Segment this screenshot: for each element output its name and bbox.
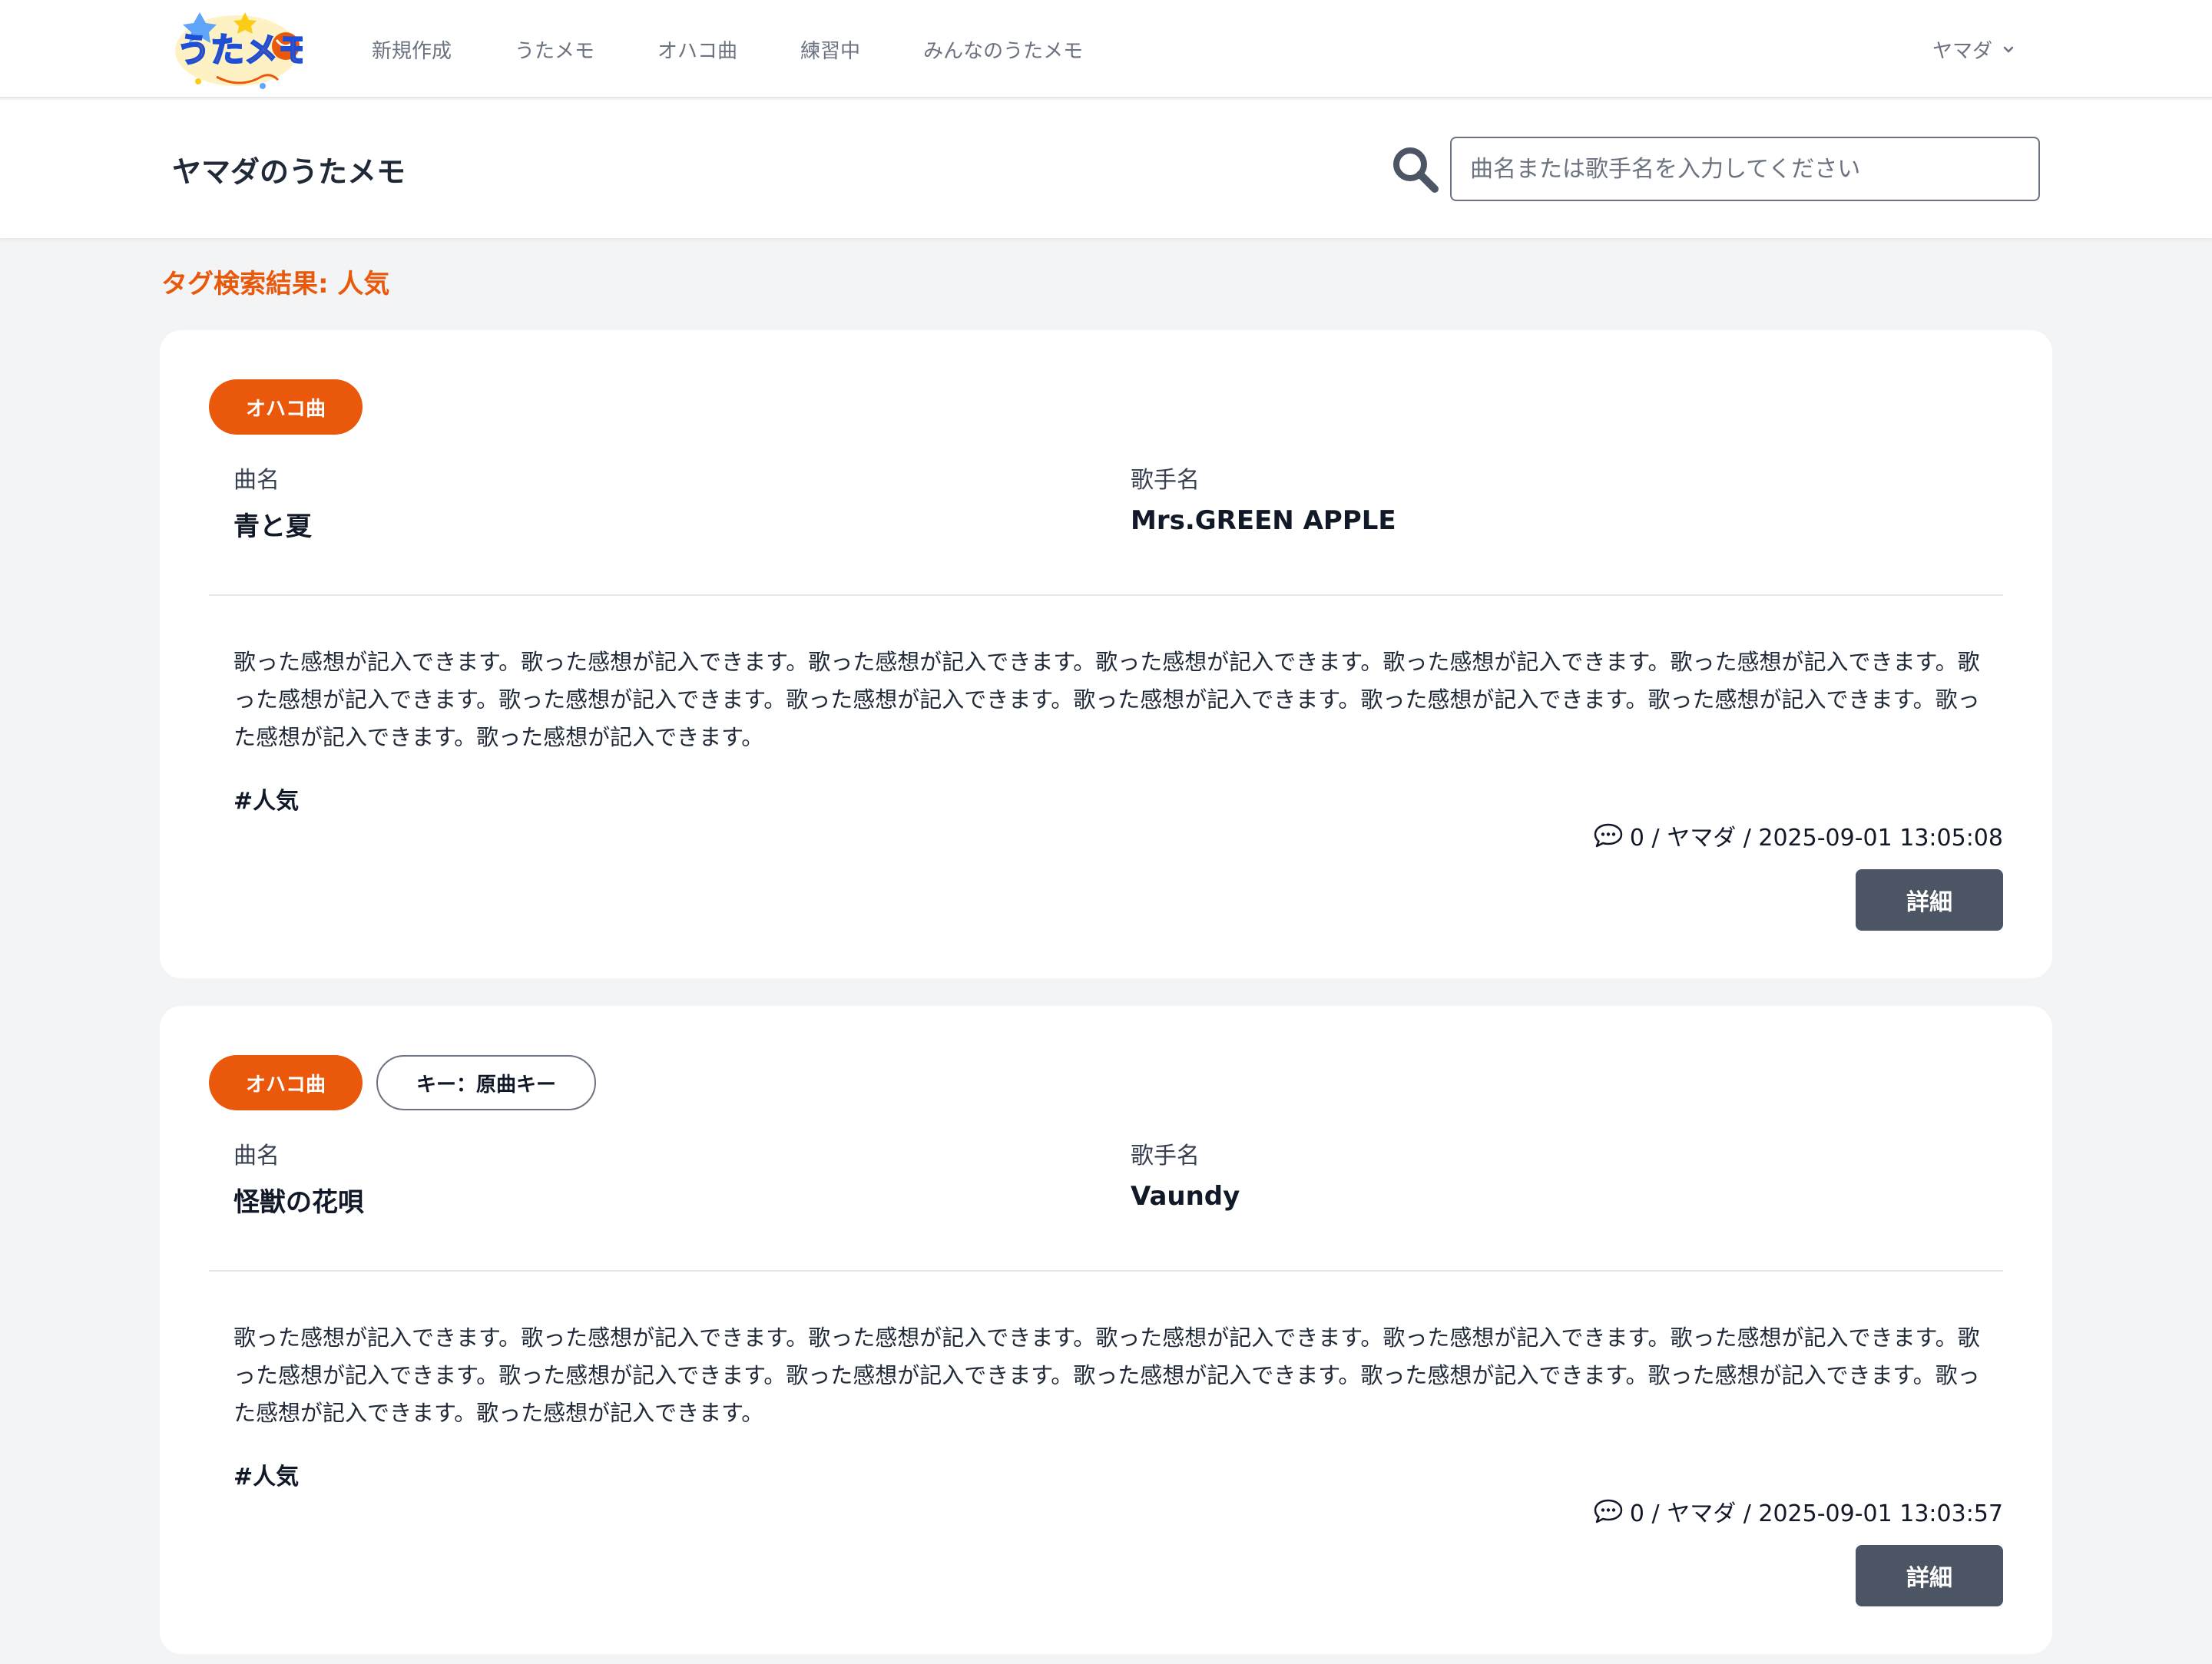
card-meta: 0 / ヤマダ / 2025-09-01 13:05:08 xyxy=(1593,819,2003,852)
artist-label: 歌手名 xyxy=(1131,467,1200,494)
song-label: 曲名 xyxy=(233,467,280,494)
utamemo-card: オハコ曲 キー：原曲キー 曲名 怪獣の花唄 歌手名 Vaundy 歌った感想が記… xyxy=(160,1006,2052,1654)
card-divider xyxy=(209,594,2003,596)
impression-text: 歌った感想が記入できます。歌った感想が記入できます。歌った感想が記入できます。歌… xyxy=(233,649,1980,750)
impression-text: 歌った感想が記入できます。歌った感想が記入できます。歌った感想が記入できます。歌… xyxy=(233,1325,1980,1426)
search-icon[interactable] xyxy=(1390,144,1439,194)
card-meta: 0 / ヤマダ / 2025-09-01 13:03:57 xyxy=(1593,1494,2003,1528)
artist-name: Mrs.GREEN APPLE xyxy=(1131,505,1396,536)
top-navigation: うたメモ 新規作成 うたメモ オハコ曲 練習中 みんなのうたメモ ヤマダ xyxy=(0,0,2212,98)
page-header: ヤマダのうたメモ xyxy=(0,100,2212,238)
nav-links: 新規作成 うたメモ オハコ曲 練習中 みんなのうたメモ xyxy=(372,0,1146,98)
detail-button[interactable]: 詳細 xyxy=(1856,869,2003,931)
tag-search-result-title: タグ検索結果: 人気 xyxy=(161,269,390,299)
detail-button[interactable]: 詳細 xyxy=(1856,1545,2003,1606)
nav-link-ohako[interactable]: オハコ曲 xyxy=(657,35,737,64)
badge-list: オハコ曲 xyxy=(209,379,376,435)
utamemo-logo[interactable]: うたメモ xyxy=(171,6,303,92)
meta-text: 0 / ヤマダ / 2025-09-01 13:03:57 xyxy=(1629,1500,2003,1527)
comment-icon xyxy=(1594,823,1623,848)
nav-link-utamemo[interactable]: うたメモ xyxy=(515,35,594,64)
meta-text: 0 / ヤマダ / 2025-09-01 13:05:08 xyxy=(1629,825,2003,852)
ohako-badge: オハコ曲 xyxy=(209,379,363,435)
song-label: 曲名 xyxy=(233,1143,280,1169)
song-title: 青と夏 xyxy=(233,511,312,542)
badge-list: オハコ曲 キー：原曲キー xyxy=(209,1055,610,1110)
nav-link-new[interactable]: 新規作成 xyxy=(372,35,452,64)
page-title: ヤマダのうたメモ xyxy=(172,154,406,189)
nav-link-everyone[interactable]: みんなのうたメモ xyxy=(923,35,1083,64)
song-title: 怪獣の花唄 xyxy=(233,1187,364,1218)
ohako-badge: オハコ曲 xyxy=(209,1055,363,1110)
utamemo-card: オハコ曲 曲名 青と夏 歌手名 Mrs.GREEN APPLE 歌った感想が記入… xyxy=(160,330,2052,978)
logo-text: うたメモ xyxy=(177,31,303,70)
nav-link-practicing[interactable]: 練習中 xyxy=(800,35,860,64)
comment-icon xyxy=(1594,1499,1623,1523)
hashtag[interactable]: #人気 xyxy=(233,782,299,815)
search-input[interactable] xyxy=(1450,137,2040,201)
hashtag[interactable]: #人気 xyxy=(233,1457,299,1491)
key-badge: キー：原曲キー xyxy=(376,1055,597,1110)
user-name: ヤマダ xyxy=(1932,39,1992,63)
chevron-down-icon xyxy=(2003,46,2014,53)
card-divider xyxy=(209,1270,2003,1272)
user-menu[interactable]: ヤマダ xyxy=(1932,0,2015,98)
artist-name: Vaundy xyxy=(1131,1181,1240,1212)
artist-label: 歌手名 xyxy=(1131,1143,1200,1169)
